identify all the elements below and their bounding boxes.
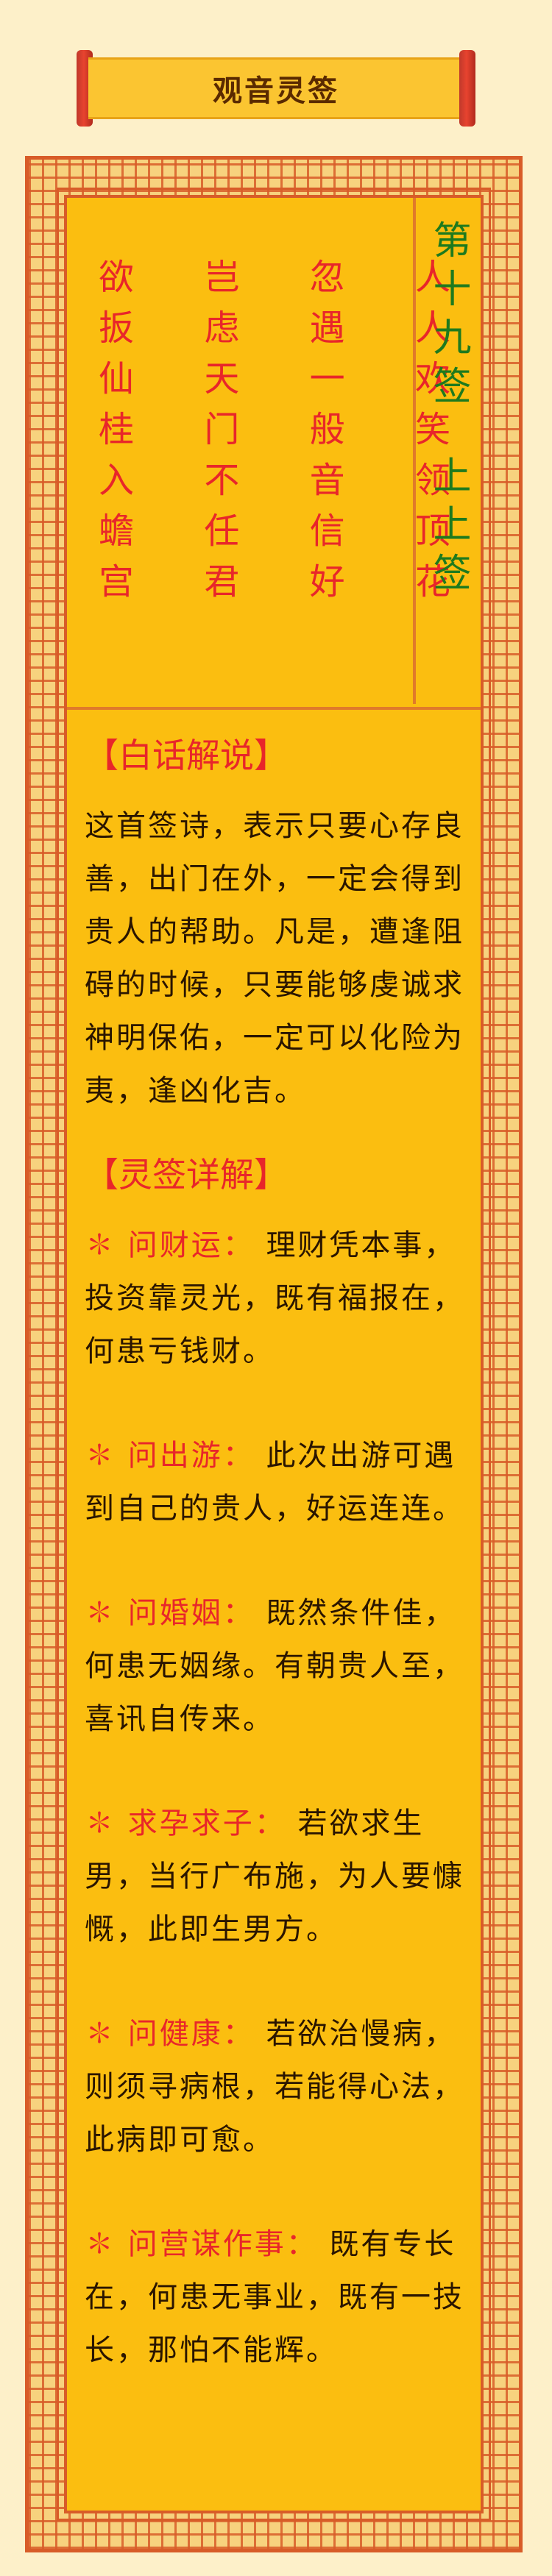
sign-number: 第十九签 — [426, 220, 470, 414]
title-banner: 观音灵签 — [77, 50, 475, 127]
detail-label: 求孕求子： — [127, 1807, 286, 1840]
detail-item-travel: ✽ 问出游： 此次出游可遇到自己的贵人，好运连连。 — [85, 1429, 467, 1535]
scroll-rod-right — [459, 50, 475, 127]
flower-icon: ✽ — [85, 2017, 116, 2051]
sign-level: 上上签 — [426, 455, 470, 601]
detail-label: 问财运： — [127, 1228, 255, 1262]
details-heading: 【灵签详解】 — [85, 1155, 288, 1195]
poem-area: 人人欢笑领顶花 忽遇一般音信好 岂虑天门不任君 欲扳仙桂入蟾宫 第十九签 上上签 — [67, 198, 481, 710]
poem-line: 忽遇一般音信好 — [302, 258, 344, 613]
flower-icon: ✽ — [85, 1596, 116, 1630]
explanation-content: 【白话解说】 这首签诗，表示只要心存良善，出门在外，一定会得到贵人的帮助。凡是，… — [85, 733, 467, 2428]
flower-icon: ✽ — [85, 2227, 116, 2261]
detail-item-business: ✽ 问营谋作事： 既有专长在，何患无事业，既有一技长，那怕不能辉。 — [85, 2218, 467, 2377]
explanation-text: 这首签诗，表示只要心存良善，出门在外，一定会得到贵人的帮助。凡是，遭逢阻碍的时候… — [85, 809, 464, 1108]
detail-item-health: ✽ 问健康： 若欲治慢病，则须寻病根，若能得心法，此病即可愈。 — [85, 2007, 467, 2166]
poem-line: 岂虑天门不任君 — [197, 258, 239, 613]
flower-icon: ✽ — [85, 1439, 116, 1473]
flower-icon: ✽ — [85, 1228, 116, 1262]
page-title: 观音灵签 — [213, 74, 339, 108]
decorative-frame: 人人欢笑领顶花 忽遇一般音信好 岂虑天门不任君 欲扳仙桂入蟾宫 第十九签 上上签… — [25, 156, 523, 2552]
flower-icon: ✽ — [85, 1807, 116, 1840]
detail-item-children: ✽ 求孕求子： 若欲求生男，当行广布施，为人要慷慨，此即生男方。 — [85, 1797, 467, 1956]
content-panel: 人人欢笑领顶花 忽遇一般音信好 岂虑天门不任君 欲扳仙桂入蟾宫 第十九签 上上签… — [57, 188, 491, 2521]
sign-column: 第十九签 上上签 — [413, 198, 481, 704]
detail-item-wealth: ✽ 问财运： 理财凭本事，投资靠灵光，既有福报在，何患亏钱财。 — [85, 1219, 467, 1378]
detail-label: 问出游： — [127, 1439, 255, 1473]
detail-label: 问健康： — [127, 2017, 255, 2051]
title-scroll: 观音灵签 — [88, 57, 464, 119]
poem-line: 欲扳仙桂入蟾宫 — [92, 258, 133, 613]
poem-columns: 人人欢笑领顶花 忽遇一般音信好 岂虑天门不任君 欲扳仙桂入蟾宫 — [91, 258, 451, 670]
detail-label: 问婚姻： — [127, 1596, 255, 1630]
detail-item-marriage: ✽ 问婚姻： 既然条件佳，何患无姻缘。有朝贵人至，喜讯自传来。 — [85, 1587, 467, 1746]
detail-label: 问营谋作事： — [127, 2227, 318, 2261]
explanation-heading: 【白话解说】 — [85, 736, 288, 775]
